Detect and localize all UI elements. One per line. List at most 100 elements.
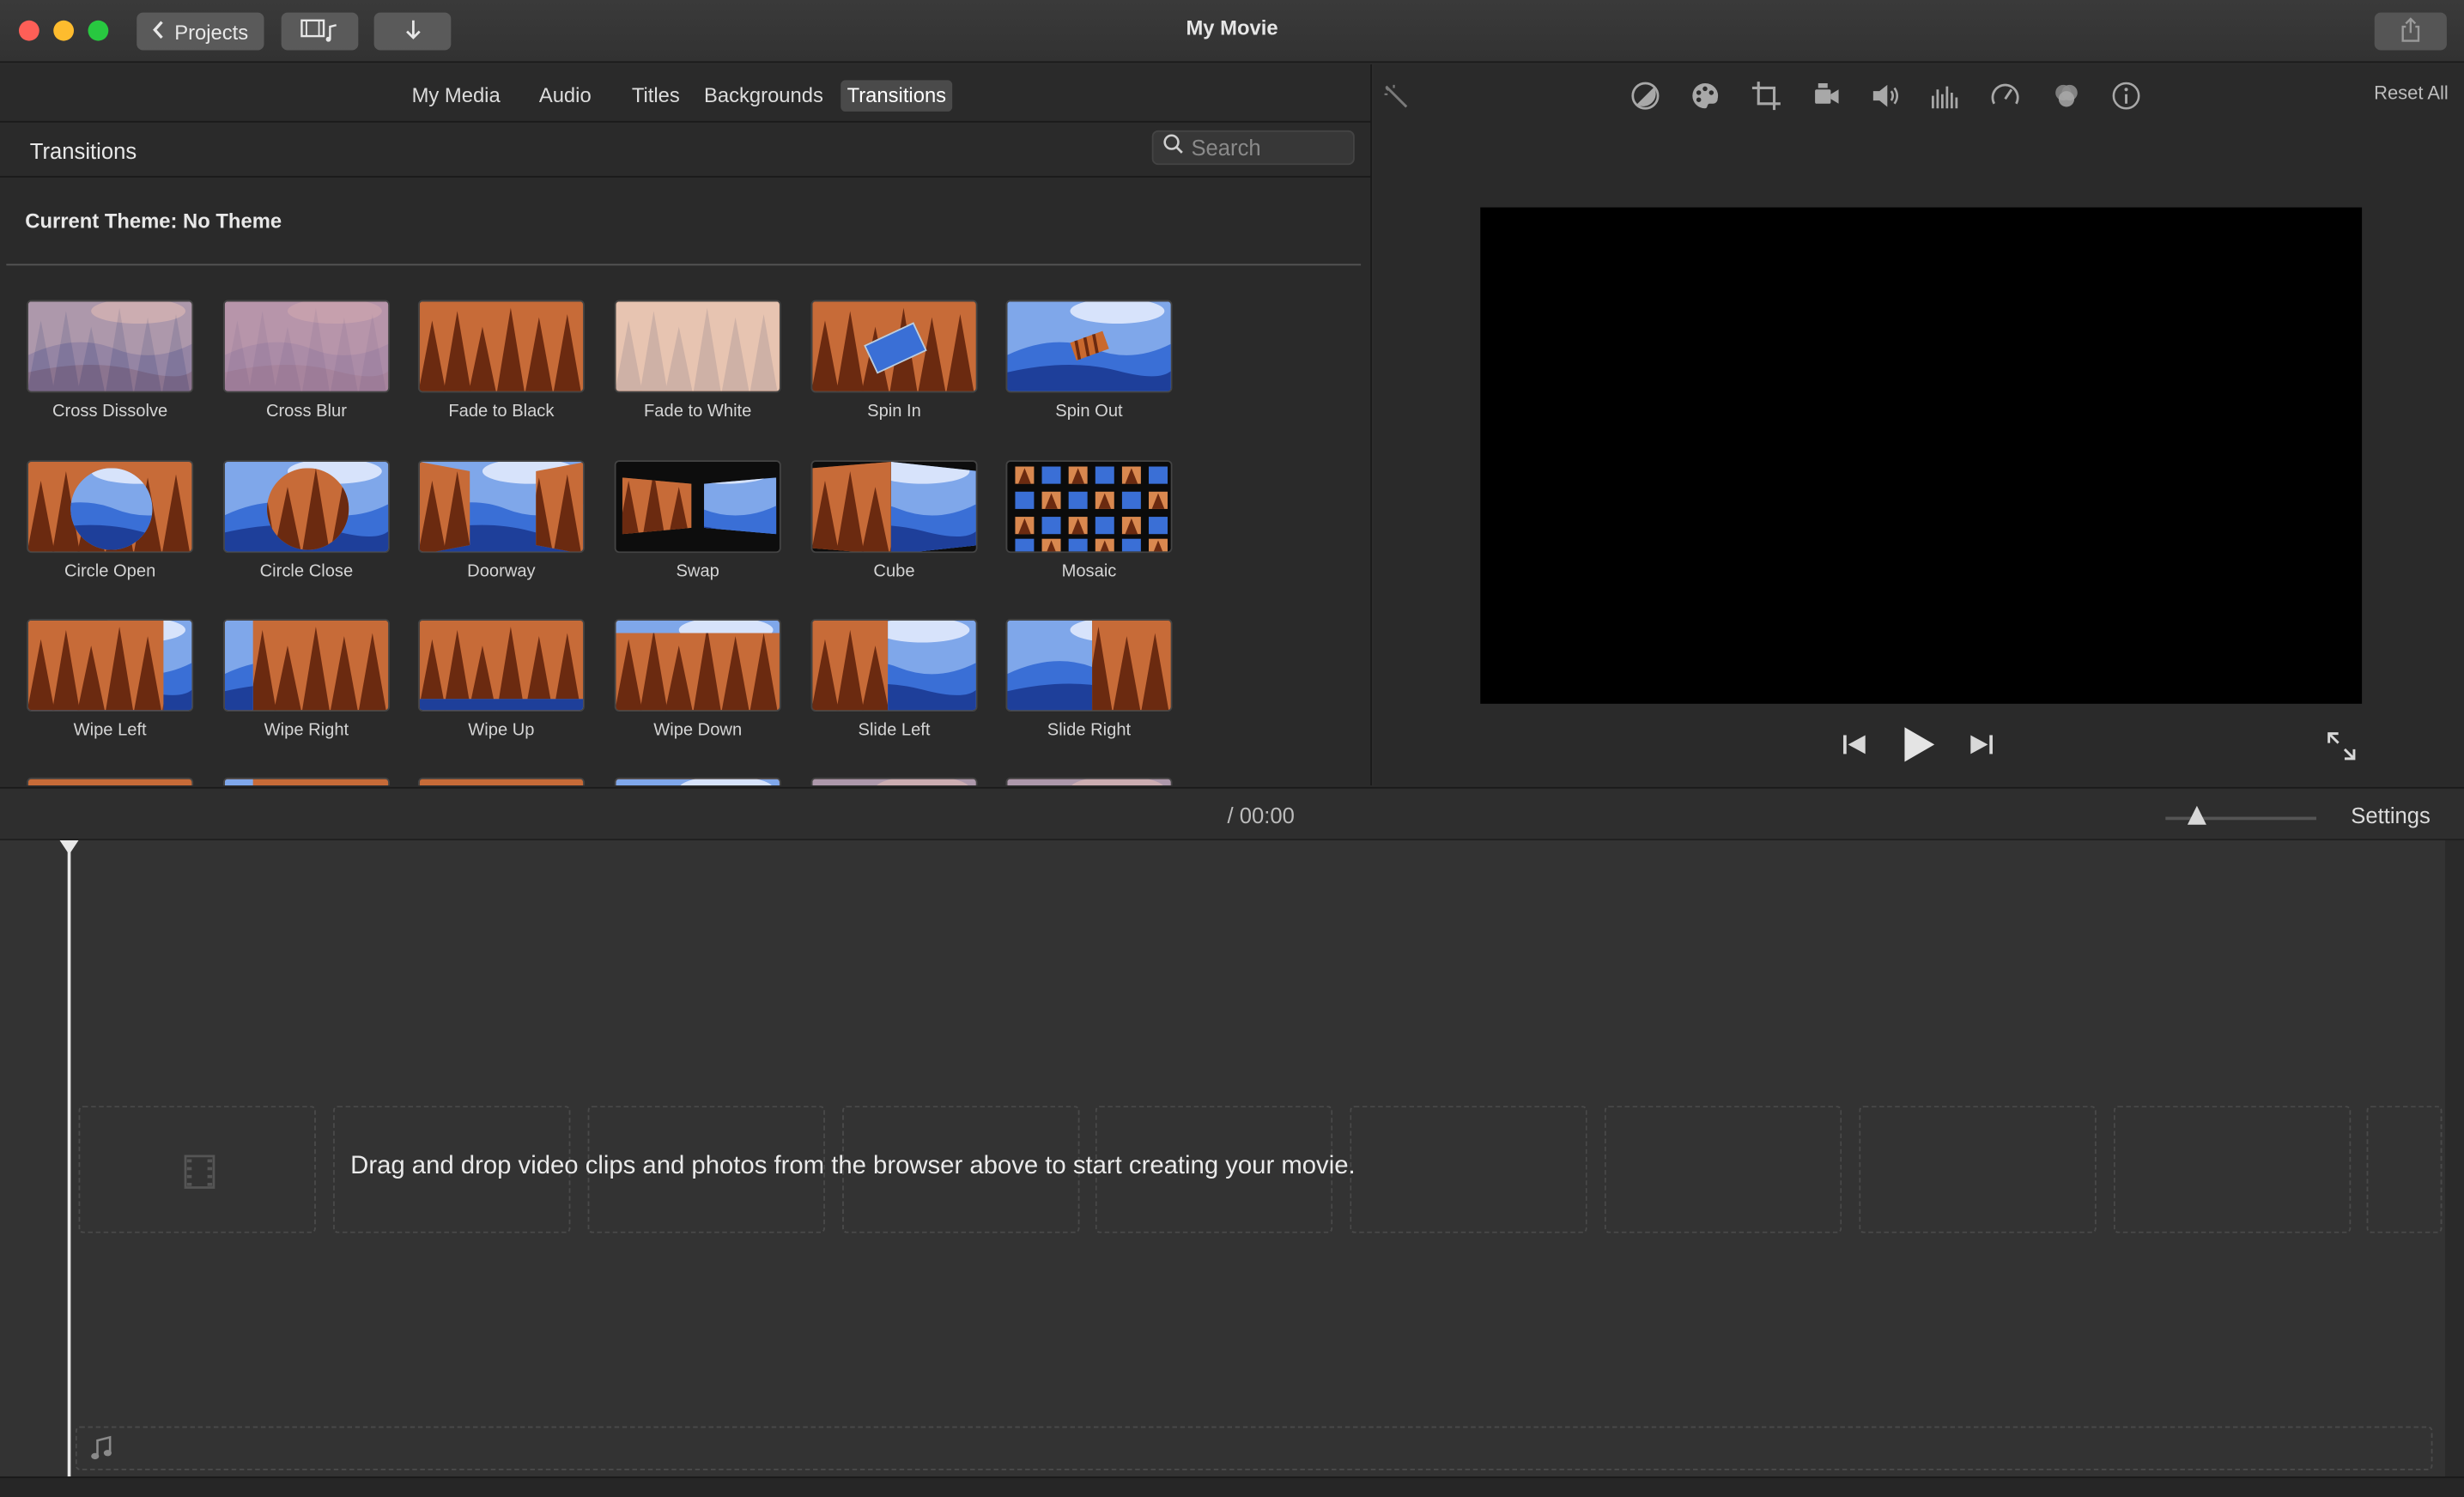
media-browser: My Media Audio Titles Backgrounds Transi… [0,64,1372,785]
search-input[interactable] [1191,135,1349,161]
browser-header: Transitions [0,123,1372,178]
reset-all-button[interactable]: Reset All [2374,82,2449,104]
transition-label: Spin In [867,402,921,421]
zoom-slider-knob[interactable] [2187,805,2206,825]
transition-thumbnail[interactable] [614,300,781,393]
playhead[interactable] [67,850,71,1479]
transition-tile[interactable] [614,777,781,785]
timeline[interactable]: Drag and drop video clips and photos fro… [0,840,2464,1479]
clip-slot [2113,1106,2352,1233]
transition-tile[interactable] [222,777,390,785]
transition-label: Fade to White [644,402,752,421]
settings-button[interactable]: Settings [2351,803,2431,827]
color-balance-icon[interactable] [1630,80,1661,112]
audio-lane[interactable] [75,1426,2433,1470]
skip-back-icon[interactable] [1840,730,1868,759]
tab-audio[interactable]: Audio [533,80,598,112]
bottom-scrollbar[interactable] [0,1476,2464,1497]
crop-icon[interactable] [1751,80,1782,112]
transition-tile[interactable]: Spin In [810,300,978,421]
transition-tile[interactable]: Cube [810,460,978,581]
transition-thumbnail[interactable] [222,619,390,712]
transition-tile[interactable]: Mosaic [1005,460,1173,582]
timeline-scrollbar[interactable] [2445,840,2464,1477]
transition-tile[interactable]: Wipe Left [27,619,194,740]
transition-tile[interactable]: Wipe Up [417,619,585,740]
clip-slot [2366,1106,2443,1233]
transition-tile[interactable] [810,777,978,785]
title-bar: Projects My Movie [0,0,2464,64]
tab-backgrounds[interactable]: Backgrounds [698,80,830,112]
transition-thumbnail[interactable] [1005,619,1173,712]
transition-thumbnail[interactable] [222,777,390,785]
transition-thumbnail[interactable] [810,460,978,554]
transition-thumbnail[interactable] [1005,300,1173,393]
search-field[interactable] [1151,130,1355,166]
transition-tile[interactable]: Slide Left [810,619,978,740]
transition-tile[interactable]: Circle Open [27,460,194,582]
transition-thumbnail[interactable] [614,619,781,712]
transition-tile[interactable]: Wipe Down [614,619,781,740]
transition-thumbnail[interactable] [810,777,978,785]
transition-label: Mosaic [1061,562,1117,582]
transition-thumbnail[interactable] [27,300,194,393]
transition-thumbnail[interactable] [222,460,390,554]
overlay-icon[interactable] [2051,80,2083,112]
divider [6,264,1362,266]
transition-thumbnail[interactable] [810,619,978,712]
transition-tile[interactable]: Swap [614,460,781,582]
transition-thumbnail[interactable] [222,300,390,393]
speed-icon[interactable] [1989,80,2021,112]
transition-thumbnail[interactable] [27,619,194,712]
film-strip-icon [182,1155,216,1197]
transition-tile[interactable]: Circle Close [222,460,390,581]
transition-thumbnail[interactable] [417,777,585,785]
equalizer-icon[interactable] [1930,80,1962,112]
transition-label: Swap [676,562,719,582]
tab-transitions[interactable]: Transitions [841,80,953,112]
transition-tile[interactable]: Fade to Black [417,300,585,421]
transition-thumbnail[interactable] [614,460,781,554]
transition-tile[interactable]: Cross Blur [222,300,390,421]
info-icon[interactable] [2110,80,2142,112]
transition-label: Circle Open [64,562,156,582]
transition-label: Slide Left [858,720,931,740]
clip-slot [78,1106,316,1233]
transition-thumbnail[interactable] [27,777,194,785]
transition-tile[interactable]: Slide Right [1005,619,1173,740]
transition-tile[interactable]: Wipe Right [222,619,390,740]
transition-tile[interactable]: Fade to White [614,300,781,421]
skip-forward-icon[interactable] [1968,730,1996,759]
transition-thumbnail[interactable] [417,460,585,554]
share-icon [2400,16,2422,46]
transition-thumbnail[interactable] [810,300,978,393]
transition-label: Spin Out [1055,402,1123,421]
magic-wand-icon[interactable] [1380,80,1411,112]
timeline-toolbar: / 00:00 Settings [0,786,2464,841]
clip-slot [1859,1106,2097,1233]
transition-tile[interactable]: Spin Out [1005,300,1173,421]
transition-tile[interactable]: Cross Dissolve [27,300,194,421]
transition-thumbnail[interactable] [614,777,781,785]
transition-label: Fade to Black [448,402,555,421]
volume-icon[interactable] [1870,80,1902,112]
tab-my-media[interactable]: My Media [405,80,507,112]
transition-thumbnail[interactable] [27,460,194,554]
transition-thumbnail[interactable] [417,300,585,393]
tab-titles[interactable]: Titles [625,80,686,112]
fullscreen-icon[interactable] [2324,729,2358,763]
browser-section-title: Transitions [29,138,137,164]
transition-tile[interactable] [417,777,585,785]
share-button[interactable] [2374,12,2447,51]
transition-tile[interactable] [1005,777,1173,785]
stabilization-icon[interactable] [1811,80,1842,112]
color-palette-icon[interactable] [1690,80,1721,112]
transition-thumbnail[interactable] [1005,460,1173,554]
transition-thumbnail[interactable] [417,619,585,712]
transition-tile[interactable]: Doorway [417,460,585,582]
transition-label: Doorway [467,562,536,582]
play-icon[interactable] [1900,724,1938,766]
transition-label: Wipe Left [73,720,147,740]
transition-thumbnail[interactable] [1005,777,1173,785]
transition-tile[interactable] [27,777,194,785]
